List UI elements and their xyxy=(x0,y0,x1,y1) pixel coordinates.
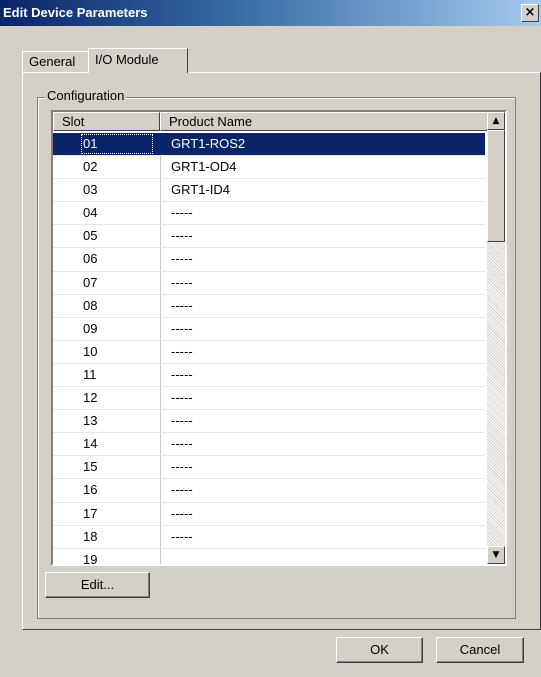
product-name-cell: ----- xyxy=(171,228,193,244)
window-title: Edit Device Parameters xyxy=(3,5,148,20)
configuration-group-label: Configuration xyxy=(45,88,127,103)
slot-list[interactable]: Slot Product Name 01 GRT1-ROS2 02 GRT1-OD4 0… xyxy=(51,110,507,566)
product-name-cell: GRT1-OD4 xyxy=(171,159,237,175)
scroll-thumb[interactable] xyxy=(487,130,505,242)
product-name-cell: ----- xyxy=(171,482,193,498)
table-row[interactable]: 13 ----- xyxy=(53,410,485,434)
close-icon[interactable]: × xyxy=(521,4,539,22)
product-name-cell: ----- xyxy=(171,366,193,382)
slot-cell: 14 xyxy=(83,436,98,452)
table-row[interactable]: 10 ----- xyxy=(53,341,485,364)
table-row[interactable]: 03 GRT1-ID4 xyxy=(53,179,485,203)
table-row[interactable]: 05 ----- xyxy=(53,225,485,249)
edit-button[interactable]: Edit... xyxy=(45,572,150,598)
slot-cell: 13 xyxy=(83,413,98,429)
slot-cell: 11 xyxy=(83,366,97,382)
slot-cell: 19 xyxy=(83,551,98,566)
slot-cell: 07 xyxy=(83,274,98,290)
slot-cell: 18 xyxy=(83,528,98,544)
slot-cell: 15 xyxy=(83,459,98,475)
slot-cell: 16 xyxy=(83,482,98,498)
slot-cell: 10 xyxy=(83,343,98,359)
slot-cell: 01 xyxy=(83,136,98,151)
table-row[interactable]: 14 ----- xyxy=(53,433,485,457)
product-name-cell: ----- xyxy=(171,505,193,521)
product-name-cell: ----- xyxy=(171,320,193,336)
product-name-cell: ----- xyxy=(171,274,193,290)
table-row[interactable]: 17 ----- xyxy=(53,503,485,526)
product-name-cell: ----- xyxy=(171,528,193,544)
table-row[interactable]: 09 ----- xyxy=(53,318,485,341)
table-row[interactable]: 07 ----- xyxy=(53,272,485,295)
table-row[interactable]: 18 ----- xyxy=(53,526,485,549)
table-row[interactable]: 11 ----- xyxy=(53,364,485,388)
tab-general[interactable]: General xyxy=(22,51,96,72)
product-name-cell xyxy=(171,549,471,564)
product-name-cell: ----- xyxy=(171,413,193,429)
list-header: Slot Product Name xyxy=(53,112,494,131)
product-name-cell: ----- xyxy=(171,251,193,267)
table-row[interactable]: 08 ----- xyxy=(53,295,485,318)
scroll-up-icon[interactable]: ▲ xyxy=(487,112,505,130)
product-name-cell: ----- xyxy=(171,297,193,313)
product-name-cell: ----- xyxy=(171,205,193,221)
column-header-product-name[interactable]: Product Name xyxy=(160,112,494,131)
slot-cell: 08 xyxy=(83,297,98,313)
slot-cell: 09 xyxy=(83,320,98,336)
tab-io-module[interactable]: I/O Module xyxy=(88,48,188,73)
product-name-cell: ----- xyxy=(171,459,193,475)
product-name-cell: GRT1-ID4 xyxy=(171,182,230,198)
slot-cell: 05 xyxy=(83,228,98,244)
table-row[interactable]: 12 ----- xyxy=(53,387,485,411)
slot-cell: 03 xyxy=(83,182,98,198)
product-name-cell: ----- xyxy=(171,390,193,406)
table-row[interactable]: 16 ----- xyxy=(53,479,485,503)
cancel-button[interactable]: Cancel xyxy=(436,637,524,663)
table-row[interactable]: 02 GRT1-OD4 xyxy=(53,156,485,180)
scroll-down-icon[interactable]: ▼ xyxy=(487,546,505,564)
slot-cell: 04 xyxy=(83,205,98,221)
table-row[interactable]: 19 xyxy=(53,549,485,566)
title-bar: Edit Device Parameters × xyxy=(0,0,541,26)
product-name-cell: ----- xyxy=(171,343,193,359)
table-row[interactable]: 06 ----- xyxy=(53,248,485,272)
table-row[interactable]: 15 ----- xyxy=(53,456,485,480)
slot-cell: 06 xyxy=(83,251,98,267)
slot-cell: 02 xyxy=(83,159,98,175)
column-header-slot[interactable]: Slot xyxy=(53,112,160,131)
vertical-scrollbar[interactable]: ▲ ▼ xyxy=(487,112,505,564)
list-rows: 01 GRT1-ROS2 02 GRT1-OD4 03 GRT1-ID4 04 ----- 05… xyxy=(53,133,485,566)
product-name-cell: GRT1-ROS2 xyxy=(171,136,246,151)
product-name-cell: ----- xyxy=(171,436,193,452)
table-row[interactable]: 01 GRT1-ROS2 xyxy=(53,133,485,157)
table-row[interactable]: 04 ----- xyxy=(53,202,485,226)
ok-button[interactable]: OK xyxy=(336,637,423,663)
slot-cell: 17 xyxy=(83,505,98,521)
slot-cell: 12 xyxy=(83,390,98,406)
